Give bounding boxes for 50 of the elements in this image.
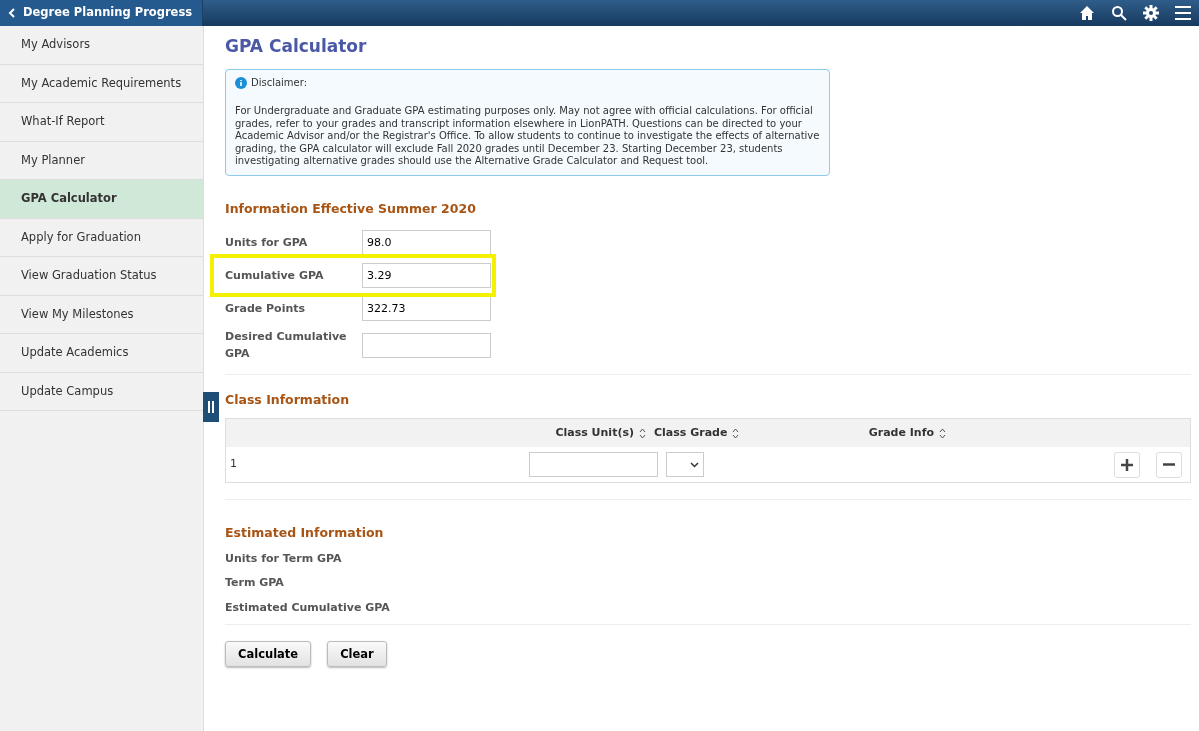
input-field[interactable] <box>362 333 491 359</box>
minus-icon <box>1163 463 1175 466</box>
column-header[interactable]: Class Grade <box>654 424 728 442</box>
field-label: Grade Points <box>225 300 307 317</box>
chevron-down-icon <box>690 461 699 468</box>
field-label: Units for GPA <box>225 234 309 251</box>
row-number: 1 <box>230 456 237 473</box>
sort-icon[interactable] <box>639 427 646 439</box>
clear-button[interactable]: Clear <box>327 641 387 668</box>
field-label: Estimated Cumulative GPA <box>225 600 390 614</box>
sort-icon[interactable] <box>732 427 740 439</box>
home-icon[interactable] <box>1079 5 1095 21</box>
field-label: Cumulative GPA <box>225 267 325 284</box>
sidebar-item[interactable]: My Advisors <box>0 26 203 65</box>
section-title: Estimated Information <box>225 524 385 542</box>
collapse-handle[interactable] <box>203 392 219 422</box>
disclaimer-title: Disclaimer: <box>251 76 308 89</box>
remove-button[interactable] <box>1156 451 1182 478</box>
sort-icon[interactable] <box>939 427 946 439</box>
input-field[interactable]: 322.73 <box>362 296 491 322</box>
add-button[interactable] <box>1114 451 1140 478</box>
calculate-button[interactable]: Calculate <box>225 641 312 668</box>
column-header[interactable]: Class Unit(s) <box>555 424 634 442</box>
column-header[interactable]: Grade Info <box>868 424 934 442</box>
pause-icon <box>207 401 215 413</box>
settings-icon[interactable] <box>1143 5 1159 21</box>
input-field[interactable]: 98.0 <box>362 230 491 256</box>
field-label: Units for Term GPA <box>225 551 342 565</box>
input-field[interactable]: 3.29 <box>362 263 491 289</box>
plus-icon <box>1121 458 1133 471</box>
section-title: Information Effective Summer 2020 <box>225 199 477 218</box>
sidebar-item[interactable]: GPA Calculator <box>0 180 203 219</box>
search-icon[interactable] <box>1111 5 1127 21</box>
sidebar-item[interactable]: View Graduation Status <box>0 257 203 296</box>
page-title: GPA Calculator <box>225 35 368 58</box>
sidebar-item[interactable]: Update Campus <box>0 372 203 411</box>
field-label: Desired Cumulative GPA <box>225 329 348 362</box>
field-label: Term GPA <box>225 576 284 590</box>
disclaimer-text: For Undergraduate and Graduate GPA estimating purposes only. May not agree with official calculations. For official grades, refer to your grades and transcript information elsewhere in LionPATH. Questions can be directed to your Academic Advisor and/or the Registrar's Office. To allow students to continue to investigate the effects of alternative grading, the GPA calculator will exclude Fall 2020 grades until December 23. Starting December 23, students investigating alternative grades should use the Alternative Grade Calculator and Request tool. <box>235 105 820 168</box>
sidebar-item[interactable]: Apply for Graduation <box>0 218 203 257</box>
sidebar-item[interactable]: My Academic Requirements <box>0 64 203 103</box>
sidebar-item[interactable]: View My Milestones <box>0 295 203 334</box>
info-icon <box>235 76 247 89</box>
sidebar-item[interactable]: Update Academics <box>0 334 203 373</box>
section-title: Class Information <box>225 391 351 410</box>
sidebar-item[interactable]: What-If Report <box>0 103 203 142</box>
back-button[interactable]: Degree Planning Progress <box>0 0 204 26</box>
input-field[interactable] <box>529 452 658 477</box>
chevron-left-icon <box>8 8 15 18</box>
menu-icon[interactable] <box>1175 5 1191 21</box>
